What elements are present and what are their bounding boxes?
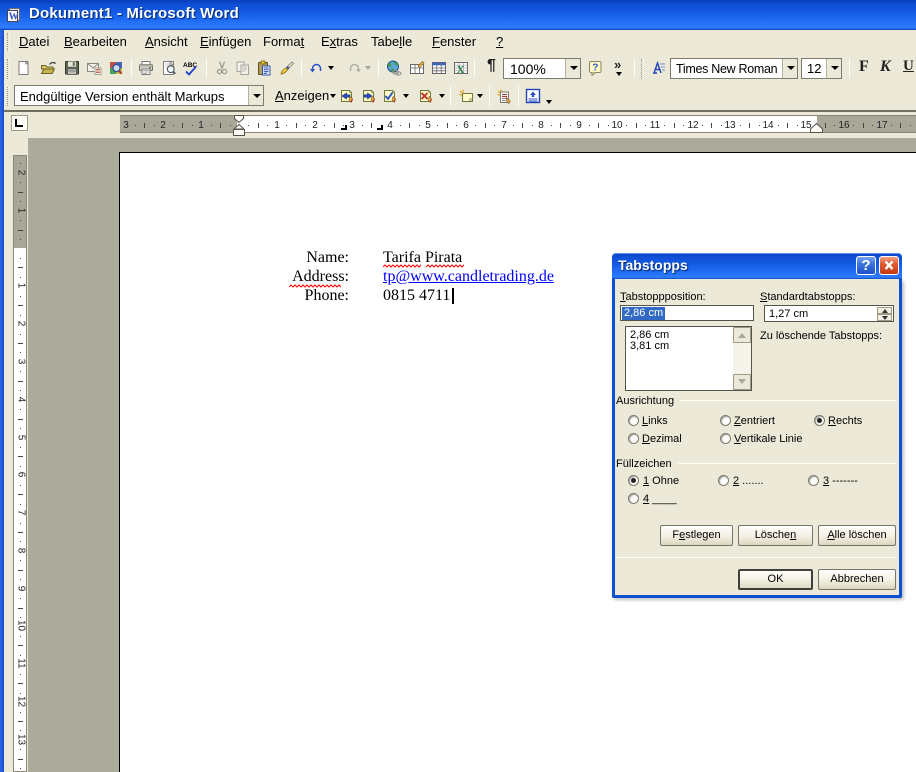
svg-text:W: W bbox=[9, 12, 19, 23]
svg-text:X: X bbox=[457, 65, 465, 76]
svg-text:?: ? bbox=[592, 63, 598, 74]
